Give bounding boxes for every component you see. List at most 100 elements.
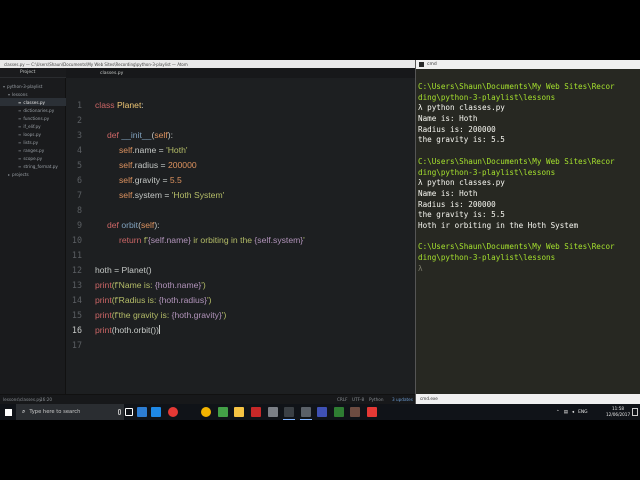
status-cursor-position[interactable]: 16:20 [40,397,52,402]
tree-item-label: projects [12,171,29,177]
tree-item-if-elif-py[interactable]: ≡ if_elif.py [0,122,66,130]
tree-item-python-3-playlist[interactable]: ▾ python-3-playlist [0,82,66,90]
tab-file-label: classes.py [100,70,124,76]
cmd-status-bar: cmd.exe [416,394,640,404]
line-number: 8 [76,205,82,215]
terminal-line: the gravity is: 5.5 [418,135,505,145]
status-encoding[interactable]: UTF-8 [352,397,364,402]
mail-icon[interactable] [151,407,161,417]
line-number-active: 16 [71,325,82,335]
camtasia-icon[interactable] [334,407,344,417]
terminal-output[interactable]: C:\Users\Shaun\Documents\My Web Sites\Re… [418,82,640,274]
vivaldi-icon[interactable] [251,407,261,417]
network-icon[interactable]: ▤ [564,410,568,415]
tree-item-label: dictionaries.py [23,107,55,113]
line-number: 11 [71,250,82,260]
terminal-line: λ python classes.py [418,103,505,113]
tree-item-lessons[interactable]: ▾ lessons [0,90,66,98]
tree-item-scope-py[interactable]: ≡ scope.py [0,154,66,162]
settings-icon[interactable] [268,407,278,417]
photoshop-icon[interactable] [350,407,360,417]
line-number: 17 [71,340,82,350]
line-number-gutter: 1 2 3 4 5 6 7 8 9 10 11 12 13 14 15 16 1… [66,78,92,394]
status-updates[interactable]: 3 updates [392,397,413,402]
tree-item-loops-py[interactable]: ≡ loops.py [0,130,66,138]
terminal-line: λ python classes.py [418,178,505,188]
line-number: 10 [71,235,82,245]
tree-item-string-format-py[interactable]: ≡ string_format.py [0,162,66,170]
code-line-5: self.radius = 200000 [119,160,197,170]
chevron-up-icon[interactable]: ⌃ [556,410,560,415]
status-file-path[interactable]: lessons\classes.py [3,397,42,402]
terminal-line: the gravity is: 5.5 [418,210,505,220]
cmder-icon[interactable] [300,407,312,420]
line-number: 13 [71,280,82,290]
start-button[interactable] [0,404,16,420]
terminal-line: C:\Users\Shaun\Documents\My Web Sites\Re… [418,156,615,166]
tree-item-projects[interactable]: ▸ projects [0,170,66,178]
language-indicator[interactable]: ENG [578,410,587,415]
media-icon[interactable] [367,407,377,417]
status-line-ending[interactable]: CRLF [337,397,348,402]
microphone-icon[interactable] [118,409,121,415]
file-explorer-icon[interactable] [137,407,147,417]
taskbar-search-box[interactable]: ⌕ Type here to search [16,404,124,420]
tree-item-dictionaries-py[interactable]: ≡ dictionaries.py [0,106,66,114]
tab-classes-py[interactable]: classes.py [94,68,154,78]
volume-icon[interactable]: ◂ [572,410,574,415]
folder-icon[interactable] [234,407,244,417]
tree-item-label: python-3-playlist [7,83,43,89]
cmd-window: cmd C:\Users\Shaun\Documents\My Web Site… [415,60,640,404]
tree-item-ranges-py[interactable]: ≡ ranges.py [0,146,66,154]
line-number: 3 [76,130,82,140]
powershell-icon[interactable] [317,407,327,417]
tree-item-classes-py[interactable]: ≡ classes.py [0,98,66,106]
clock-date: 12/06/2017 [606,412,631,417]
file-icon: ≡ [18,147,22,153]
code-line-1: class Planet: [95,100,144,110]
line-number: 7 [76,190,82,200]
windows-logo-icon [4,408,12,416]
edge-icon[interactable] [168,407,178,417]
tab-project[interactable]: Project [0,68,66,78]
chrome-icon[interactable] [201,407,211,417]
line-number: 6 [76,175,82,185]
atom-status-bar: lessons\classes.py 16:20 CRLF UTF-8 Pyth… [0,394,415,404]
letterbox-bottom [0,420,640,480]
line-number: 4 [76,145,82,155]
line-number: 15 [71,310,82,320]
line-number: 2 [76,115,82,125]
store-icon[interactable] [218,407,228,417]
atom-title-bar[interactable]: classes.py — C:\Users\Shaun\Documents\My… [0,60,415,68]
terminal-line: Name is: Hoth [418,188,478,198]
notification-icon[interactable] [632,408,638,416]
status-grammar[interactable]: Python [369,397,384,402]
file-icon: ≡ [18,123,22,129]
text-cursor [159,325,160,334]
code-line-9: def orbit(self): [107,220,160,230]
code-line-12: hoth = Planet() [95,265,152,275]
atom-icon[interactable] [283,407,295,420]
line-number: 9 [76,220,82,230]
file-icon: ≡ [18,107,22,113]
tree-item-label: loops.py [23,131,41,137]
tab-project-label: Project [20,70,36,75]
tree-item-functions-py[interactable]: ≡ functions.py [0,114,66,122]
line-number: 5 [76,160,82,170]
atom-window-title: classes.py — C:\Users\Shaun\Documents\My… [4,61,188,67]
tree-item-label: string_format.py [23,163,58,169]
code-line-10: return f'{self.name} ir orbiting in the … [119,235,305,245]
task-view-icon[interactable] [125,408,133,416]
taskbar-clock[interactable]: 11:58 12/06/2017 [606,406,630,418]
terminal-line: λ [418,263,423,273]
code-line-7: self.system = 'Hoth System' [119,190,225,200]
cmd-title-bar[interactable]: cmd [416,60,640,69]
code-line-4: self.name = 'Hoth' [119,145,188,155]
code-editor[interactable]: class Planet: def __init__(self): self.n… [95,78,413,394]
code-line-3: def __init__(self): [107,130,173,140]
tree-item-label: lessons [12,91,28,97]
tree-item-lists-py[interactable]: ≡ lists.py [0,138,66,146]
tab-bar: Project classes.py [0,68,415,78]
chevron-right-icon: ▸ [8,171,11,177]
